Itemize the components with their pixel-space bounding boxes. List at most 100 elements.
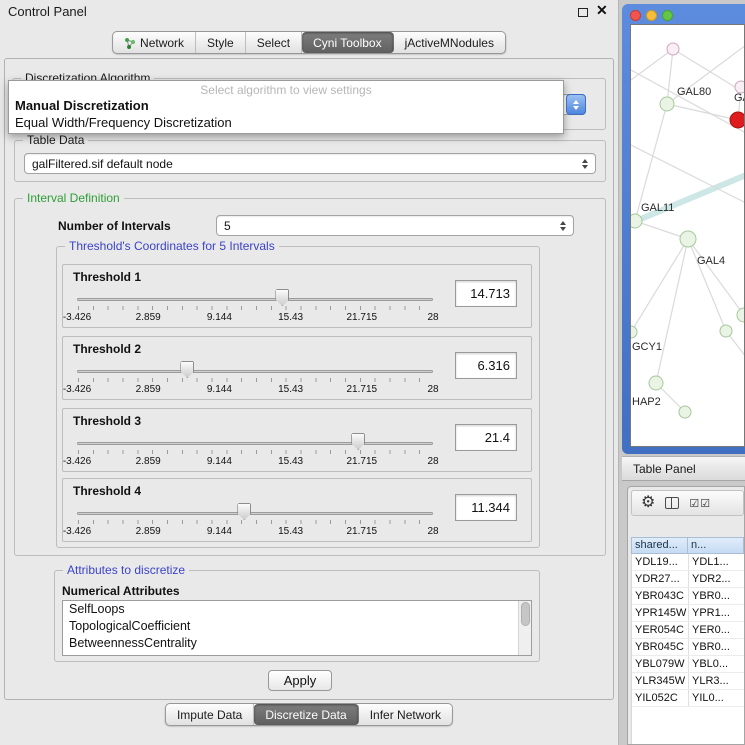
tick-label: 28 <box>427 312 438 323</box>
tab-label: Impute Data <box>177 708 242 722</box>
threshold-value-field[interactable]: 14.713 <box>455 280 517 307</box>
network-canvas[interactable]: GAL80GAGAL11GAL4GCY1HAP2 <box>630 24 745 447</box>
table-row[interactable]: YER054CYER0... <box>632 622 744 639</box>
table-rows: YDL19...YDL1...YDR27...YDR2...YBR043CYBR… <box>631 554 744 744</box>
table-cell: YLR345W <box>632 673 689 689</box>
tab-select[interactable]: Select <box>246 32 302 53</box>
columns-icon[interactable] <box>665 497 679 509</box>
threshold-panel-2: Threshold 2-3.4262.8599.14415.4321.71528… <box>62 336 532 400</box>
slider-track[interactable] <box>77 370 433 373</box>
zoom-traffic-light-icon[interactable] <box>662 10 673 21</box>
network-edge <box>688 239 744 315</box>
numerical-attributes-list[interactable]: SelfLoopsTopologicalCoefficientBetweenne… <box>62 600 532 656</box>
attribute-item-betweennesscentrality[interactable]: BetweennessCentrality <box>63 635 531 652</box>
column-header-name[interactable]: n... <box>688 537 744 554</box>
threshold-slider[interactable]: -3.4262.8599.14415.4321.71528 <box>77 433 433 471</box>
threshold-slider[interactable]: -3.4262.8599.14415.4321.71528 <box>77 503 433 541</box>
minimize-traffic-light-icon[interactable] <box>646 10 657 21</box>
threshold-value-field[interactable]: 21.4 <box>455 424 517 451</box>
dropdown-option-manual-discretization[interactable]: Manual Discretization <box>9 97 563 114</box>
slider-thumb[interactable] <box>275 289 289 306</box>
network-node-label: GCY1 <box>632 341 662 353</box>
slider-track[interactable] <box>77 442 433 445</box>
tab-discretize-data[interactable]: Discretize Data <box>254 704 358 725</box>
tick-label: 2.859 <box>136 312 161 323</box>
network-node[interactable] <box>631 326 637 338</box>
network-node[interactable] <box>680 231 696 247</box>
slider-track[interactable] <box>77 298 433 301</box>
network-node[interactable] <box>737 308 745 322</box>
slider-track[interactable] <box>77 512 433 515</box>
close-traffic-light-icon[interactable] <box>630 10 641 21</box>
tab-infer-network[interactable]: Infer Network <box>359 704 452 725</box>
table-row[interactable]: YIL052CYIL0... <box>632 690 744 707</box>
tick-label: -3.426 <box>63 384 91 395</box>
tab-style[interactable]: Style <box>196 32 246 53</box>
list-scrollbar[interactable] <box>518 601 531 655</box>
table-cell: YDR2... <box>689 571 744 587</box>
network-node[interactable] <box>649 376 663 390</box>
network-edge <box>631 70 745 133</box>
dropdown-option-equal-width-frequency-discretization[interactable]: Equal Width/Frequency Discretization <box>9 114 563 131</box>
table-data-combobox[interactable]: galFiltered.sif default node <box>24 153 596 174</box>
tab-label: Select <box>257 36 290 50</box>
table-cell: YIL052C <box>632 690 689 706</box>
threshold-panel-4: Threshold 4-3.4262.8599.14415.4321.71528… <box>62 478 532 542</box>
table-cell: YIL0... <box>689 690 744 706</box>
threshold-panel-1: Threshold 1-3.4262.8599.14415.4321.71528… <box>62 264 532 328</box>
threshold-value-field[interactable]: 6.316 <box>455 352 517 379</box>
table-cell: YBR045C <box>632 639 689 655</box>
threshold-slider[interactable]: -3.4262.8599.14415.4321.71528 <box>77 361 433 399</box>
attribute-item-selfloops[interactable]: SelfLoops <box>63 601 531 618</box>
network-node[interactable] <box>730 112 745 128</box>
list-scrollbar-thumb[interactable] <box>521 602 530 626</box>
num-intervals-combobox[interactable]: 5 <box>216 215 574 236</box>
table-cell: YBR0... <box>689 588 744 604</box>
network-view-window[interactable]: GAL80GAGAL11GAL4GCY1HAP2 <box>622 4 745 454</box>
tick-label: 2.859 <box>136 456 161 467</box>
table-row[interactable]: YLR345WYLR3... <box>632 673 744 690</box>
tab-cyni-toolbox[interactable]: Cyni Toolbox <box>302 32 393 53</box>
network-node[interactable] <box>660 97 674 111</box>
gear-icon[interactable]: ⚙ <box>641 495 655 511</box>
tick-label: 15.43 <box>278 384 303 395</box>
table-row[interactable]: YBR043CYBR0... <box>632 588 744 605</box>
network-node[interactable] <box>720 325 732 337</box>
threshold-value-field[interactable]: 11.344 <box>455 494 517 521</box>
table-row[interactable]: YDL19...YDL1... <box>632 554 744 571</box>
threshold-label: Threshold 1 <box>73 270 141 284</box>
network-graph[interactable]: GAL80GAGAL11GAL4GCY1HAP2 <box>631 25 745 447</box>
slider-tick-labels: -3.4262.8599.14415.4321.71528 <box>77 456 433 468</box>
network-node[interactable] <box>667 43 679 55</box>
attribute-item-topologicalcoefficient[interactable]: TopologicalCoefficient <box>63 618 531 635</box>
float-window-icon[interactable] <box>578 8 588 17</box>
tick-label: -3.426 <box>63 456 91 467</box>
tab-network[interactable]: Network <box>113 32 196 53</box>
apply-button[interactable]: Apply <box>268 670 332 691</box>
tick-label: 9.144 <box>207 312 232 323</box>
slider-thumb[interactable] <box>237 503 251 520</box>
network-edge <box>667 49 673 104</box>
table-cell: YBL079W <box>632 656 689 672</box>
slider-thumb[interactable] <box>180 361 194 378</box>
table-cell: YBR043C <box>632 588 689 604</box>
column-header-shared[interactable]: shared... <box>631 537 688 554</box>
tick-label: 21.715 <box>347 526 378 537</box>
network-node[interactable] <box>631 214 642 228</box>
table-data-group-title: Table Data <box>23 133 88 147</box>
network-node-label: GAL80 <box>677 86 711 98</box>
table-cell: YER0... <box>689 622 744 638</box>
slider-thumb[interactable] <box>351 433 365 450</box>
combobox-arrows-icon <box>582 159 588 169</box>
close-icon[interactable]: ✕ <box>596 2 608 19</box>
table-row[interactable]: YBL079WYBL0... <box>632 656 744 673</box>
threshold-slider[interactable]: -3.4262.8599.14415.4321.71528 <box>77 289 433 327</box>
checkbox-icons[interactable]: ☑☑ <box>689 497 711 510</box>
table-row[interactable]: YDR27...YDR2... <box>632 571 744 588</box>
tab-impute-data[interactable]: Impute Data <box>166 704 254 725</box>
network-node[interactable] <box>679 406 691 418</box>
table-row[interactable]: YPR145WYPR1... <box>632 605 744 622</box>
combobox-stepper-icon[interactable] <box>566 94 586 115</box>
table-row[interactable]: YBR045CYBR0... <box>632 639 744 656</box>
tab-jactivemnodules[interactable]: jActiveMNodules <box>394 32 505 53</box>
